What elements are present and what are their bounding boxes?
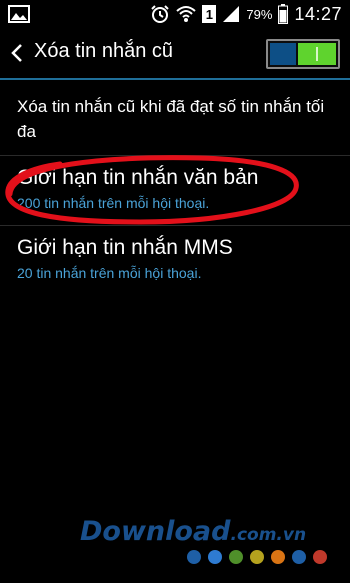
watermark-dot [271,550,285,564]
status-bar: 1 79% 14:27 [0,0,350,28]
wifi-icon [176,5,197,23]
settings-list: Xóa tin nhắn cũ khi đã đạt số tin nhắn t… [0,80,350,290]
sim-badge-number: 1 [205,6,214,22]
switch-track [270,43,296,65]
setting-title: Giới hạn tin nhắn văn bản [17,166,259,189]
setting-delete-old-messages[interactable]: Xóa tin nhắn cũ khi đã đạt số tin nhắn t… [0,80,350,156]
setting-summary: 200 tin nhắn trên mỗi hội thoại. [17,195,210,211]
page-title: Xóa tin nhắn cũ [34,40,173,62]
clock: 14:27 [294,3,342,24]
chevron-left-icon[interactable] [4,38,30,68]
watermark-dot [250,550,264,564]
setting-text-message-limit[interactable]: Giới hạn tin nhắn văn bản 200 tin nhắn t… [0,156,350,226]
image-icon [8,5,30,23]
watermark-dot [292,550,306,564]
watermark-dot [208,550,222,564]
sim-badge-icon: 1 [202,5,217,23]
battery-percent: 79% [246,6,273,22]
alarm-icon [150,4,170,24]
signal-icon [222,5,240,23]
screen: 1 79% 14:27 Xóa tin nhắn cũ Xóa tin nhắn… [0,0,350,583]
setting-mms-limit[interactable]: Giới hạn tin nhắn MMS 20 tin nhắn trên m… [0,226,350,290]
watermark-dot [187,550,201,564]
watermark-dot [229,550,243,564]
battery-icon [278,4,289,24]
watermark-brand: Download [80,516,231,547]
master-switch-toggle[interactable] [266,39,340,69]
switch-thumb [298,43,336,65]
watermark-dot [313,550,327,564]
setting-title: Xóa tin nhắn cũ khi đã đạt số tin nhắn t… [17,97,325,141]
setting-title: Giới hạn tin nhắn MMS [17,236,233,259]
status-icons: 1 79% 14:27 [150,0,342,28]
watermark-dots [187,550,327,564]
setting-summary: 20 tin nhắn trên mỗi hội thoại. [17,265,202,281]
watermark-domain: .com.vn [230,525,307,545]
action-bar: Xóa tin nhắn cũ [0,28,350,80]
watermark: Download.com.vn [80,516,340,547]
